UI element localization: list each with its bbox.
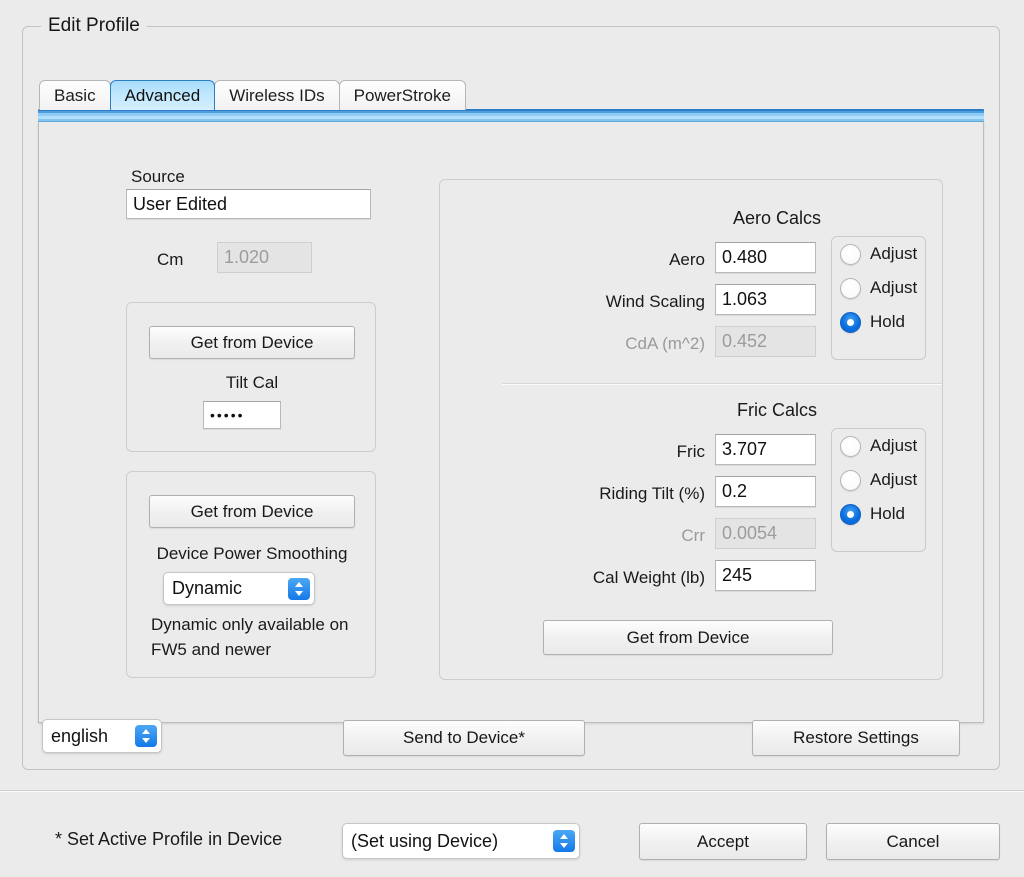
wind-scaling-input[interactable]: 1.063 bbox=[715, 284, 816, 315]
radio-selected-icon bbox=[840, 311, 861, 333]
fric-calcs-title: Fric Calcs bbox=[737, 400, 817, 420]
tab-powerstroke[interactable]: PowerStroke bbox=[338, 80, 466, 110]
bottom-bar-divider bbox=[0, 790, 1024, 791]
tilt-cal-label: Tilt Cal bbox=[225, 373, 279, 392]
tab-basic[interactable]: Basic bbox=[39, 80, 111, 110]
device-power-smoothing-panel: Get from Device Device Power Smoothing D… bbox=[126, 471, 376, 678]
chevron-updown-icon bbox=[288, 577, 310, 600]
tilt-cal-panel: Get from Device Tilt Cal ••••• bbox=[126, 302, 376, 452]
aero-input[interactable]: 0.480 bbox=[715, 242, 816, 273]
cm-label: Cm bbox=[157, 250, 184, 269]
calcs-panel: Aero Calcs Aero 0.480 Wind Scaling 1.063… bbox=[439, 179, 943, 680]
tilt-cal-secure-input[interactable]: ••••• bbox=[203, 401, 281, 429]
cm-value: 1.020 bbox=[217, 242, 312, 273]
aero-calcs-radio-group: Adjust Adjust Hold bbox=[831, 236, 926, 360]
cal-weight-label: Cal Weight (lb) bbox=[592, 568, 705, 587]
set-active-profile-label: * Set Active Profile in Device bbox=[55, 829, 283, 849]
fric-input[interactable]: 3.707 bbox=[715, 434, 816, 465]
aero-calcs-title: Aero Calcs bbox=[733, 208, 822, 228]
fric-option-adjust-2[interactable]: Adjust bbox=[832, 463, 925, 497]
aero-option-hold[interactable]: Hold bbox=[832, 305, 925, 339]
tab-basic-label: Basic bbox=[54, 85, 96, 105]
radio-unselected-icon bbox=[840, 435, 861, 457]
fric-option-adjust-1-label: Adjust bbox=[870, 436, 918, 455]
tab-wireless-ids-label: Wireless IDs bbox=[229, 85, 325, 105]
tab-wireless-ids[interactable]: Wireless IDs bbox=[214, 80, 340, 110]
aero-label: Aero bbox=[669, 250, 705, 269]
wind-scaling-label: Wind Scaling bbox=[605, 292, 705, 311]
aero-option-adjust-2[interactable]: Adjust bbox=[832, 271, 925, 305]
source-label: Source bbox=[131, 167, 185, 186]
radio-unselected-icon bbox=[840, 243, 861, 265]
tab-advanced-label: Advanced bbox=[124, 85, 201, 105]
calcs-get-from-device-button[interactable]: Get from Device bbox=[543, 620, 833, 655]
fric-option-hold-label: Hold bbox=[870, 504, 905, 523]
fric-calcs-radio-group: Adjust Adjust Hold bbox=[831, 428, 926, 552]
chevron-updown-icon bbox=[553, 830, 575, 852]
aero-option-adjust-2-label: Adjust bbox=[870, 278, 918, 297]
edit-profile-groupbox: Edit Profile Basic Advanced Wireless IDs… bbox=[22, 14, 1000, 770]
cda-label: CdA (m^2) bbox=[625, 334, 705, 353]
active-profile-select[interactable]: (Set using Device) bbox=[342, 823, 580, 859]
tab-selection-strip bbox=[38, 109, 984, 122]
radio-unselected-icon bbox=[840, 469, 861, 491]
tab-powerstroke-label: PowerStroke bbox=[353, 85, 451, 105]
tab-bar: Basic Advanced Wireless IDs PowerStroke bbox=[39, 78, 466, 110]
cda-value: 0.452 bbox=[715, 326, 816, 357]
fric-label: Fric bbox=[676, 442, 705, 461]
radio-unselected-icon bbox=[840, 277, 861, 299]
restore-settings-button[interactable]: Restore Settings bbox=[752, 720, 960, 756]
smoothing-note-line-2: FW5 and newer bbox=[151, 640, 271, 659]
crr-value: 0.0054 bbox=[715, 518, 816, 549]
aero-option-adjust-1[interactable]: Adjust bbox=[832, 237, 925, 271]
tab-advanced[interactable]: Advanced bbox=[109, 80, 216, 110]
fric-option-hold[interactable]: Hold bbox=[832, 497, 925, 531]
device-power-smoothing-select[interactable]: Dynamic bbox=[163, 572, 315, 605]
send-to-device-button[interactable]: Send to Device* bbox=[343, 720, 585, 756]
language-value: english bbox=[51, 725, 109, 746]
device-power-smoothing-value: Dynamic bbox=[172, 578, 243, 598]
fric-option-adjust-2-label: Adjust bbox=[870, 470, 918, 489]
device-power-smoothing-label: Device Power Smoothing bbox=[156, 544, 348, 563]
cancel-button[interactable]: Cancel bbox=[826, 823, 1000, 860]
tilt-get-from-device-button[interactable]: Get from Device bbox=[149, 326, 355, 359]
source-input[interactable]: User Edited bbox=[126, 189, 371, 219]
accept-button[interactable]: Accept bbox=[639, 823, 807, 860]
crr-label: Crr bbox=[681, 526, 705, 545]
groupbox-title: Edit Profile bbox=[41, 14, 147, 38]
smoothing-note-line-1: Dynamic only available on bbox=[151, 615, 349, 634]
edit-profile-window: Edit Profile Basic Advanced Wireless IDs… bbox=[0, 0, 1024, 877]
active-profile-value: (Set using Device) bbox=[351, 830, 499, 851]
chevron-updown-icon bbox=[135, 725, 157, 747]
radio-selected-icon bbox=[840, 503, 861, 525]
fric-option-adjust-1[interactable]: Adjust bbox=[832, 429, 925, 463]
smoothing-get-from-device-button[interactable]: Get from Device bbox=[149, 495, 355, 528]
riding-tilt-label: Riding Tilt (%) bbox=[599, 484, 705, 503]
calcs-separator bbox=[502, 383, 942, 385]
aero-option-hold-label: Hold bbox=[870, 312, 905, 331]
advanced-tab-panel: Source User Edited Cm 1.020 Get from Dev… bbox=[38, 121, 984, 723]
aero-option-adjust-1-label: Adjust bbox=[870, 244, 918, 263]
riding-tilt-input[interactable]: 0.2 bbox=[715, 476, 816, 507]
cal-weight-input[interactable]: 245 bbox=[715, 560, 816, 591]
language-select[interactable]: english bbox=[42, 719, 162, 753]
